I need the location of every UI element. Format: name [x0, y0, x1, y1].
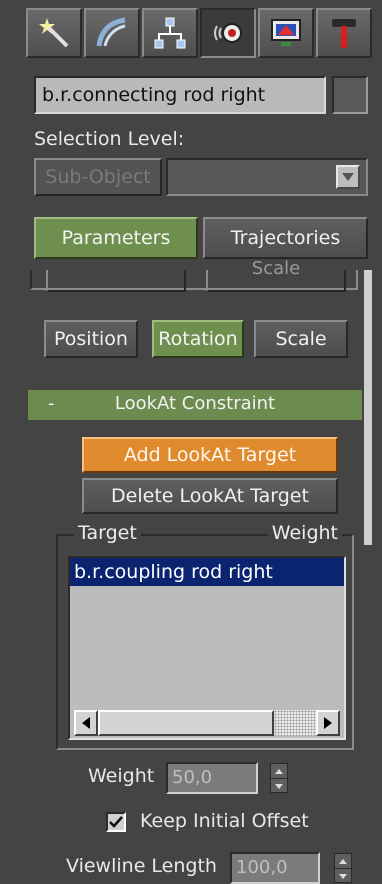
lookat-rollout-header[interactable]: - LookAt Constraint	[28, 390, 362, 420]
scrollbar-thumb[interactable]	[98, 710, 274, 736]
target-column-label: Target	[74, 522, 141, 544]
checkmark-icon	[109, 816, 123, 828]
parameters-tab-button[interactable]: Parameters	[34, 217, 198, 259]
hierarchy-tree-icon	[154, 17, 186, 49]
scrollbar-track	[274, 710, 316, 736]
tab-modify[interactable]	[84, 8, 140, 58]
object-color-swatch[interactable]	[332, 76, 368, 114]
spinner-up-icon[interactable]	[271, 764, 287, 779]
wand-star-icon	[39, 18, 69, 48]
command-panel-tabs	[26, 8, 374, 60]
keep-initial-offset-label: Keep Initial Offset	[140, 810, 309, 832]
spinner-down-icon[interactable]	[271, 779, 287, 793]
selection-level-label: Selection Level:	[34, 128, 185, 150]
weight-label: Weight	[88, 765, 155, 787]
tab-create[interactable]	[26, 8, 82, 58]
weight-column-label: Weight	[267, 522, 342, 544]
tab-utilities[interactable]	[316, 8, 372, 58]
viewline-length-label: Viewline Length	[66, 855, 217, 877]
sub-object-dropdown[interactable]	[166, 158, 368, 196]
position-button[interactable]: Position	[44, 320, 138, 358]
hammer-icon	[332, 19, 356, 48]
hidden-position-button	[46, 270, 186, 292]
tab-hierarchy[interactable]	[142, 8, 198, 58]
chevron-down-icon[interactable]	[336, 165, 360, 189]
weight-input[interactable]: 50,0	[166, 762, 258, 794]
viewline-spinner[interactable]	[334, 853, 352, 883]
list-item[interactable]: b.r.coupling rod right	[70, 558, 344, 586]
modify-curve-icon	[96, 17, 126, 47]
delete-lookat-target-button[interactable]: Delete LookAt Target	[82, 478, 338, 514]
tab-motion[interactable]	[200, 8, 256, 58]
rollout-title: LookAt Constraint	[114, 393, 276, 414]
scroll-left-icon[interactable]	[74, 710, 98, 736]
sub-object-button[interactable]: Sub-Object	[34, 158, 162, 196]
scroll-right-icon[interactable]	[316, 710, 340, 736]
hidden-scale-button: Scale	[206, 258, 346, 292]
display-monitor-icon	[271, 19, 301, 46]
rotation-button[interactable]: Rotation	[152, 320, 244, 358]
keep-initial-offset-checkbox[interactable]	[106, 812, 126, 832]
panel-scrollbar-thumb[interactable]	[364, 270, 372, 545]
viewline-length-input[interactable]: 100,0	[230, 852, 320, 884]
object-name-field[interactable]: b.r.connecting rod right	[34, 76, 326, 114]
add-lookat-target-button[interactable]: Add LookAt Target	[82, 437, 338, 473]
motion-icon	[214, 23, 242, 43]
horizontal-scrollbar[interactable]	[74, 710, 340, 736]
weight-spinner[interactable]	[270, 763, 288, 793]
target-listbox[interactable]: b.r.coupling rod right	[68, 556, 346, 740]
spinner-up-icon[interactable]	[335, 854, 351, 869]
trajectories-tab-button[interactable]: Trajectories	[203, 217, 368, 259]
scale-button[interactable]: Scale	[254, 320, 348, 358]
tab-display[interactable]	[258, 8, 314, 58]
hidden-scale-label: Scale	[251, 258, 301, 279]
